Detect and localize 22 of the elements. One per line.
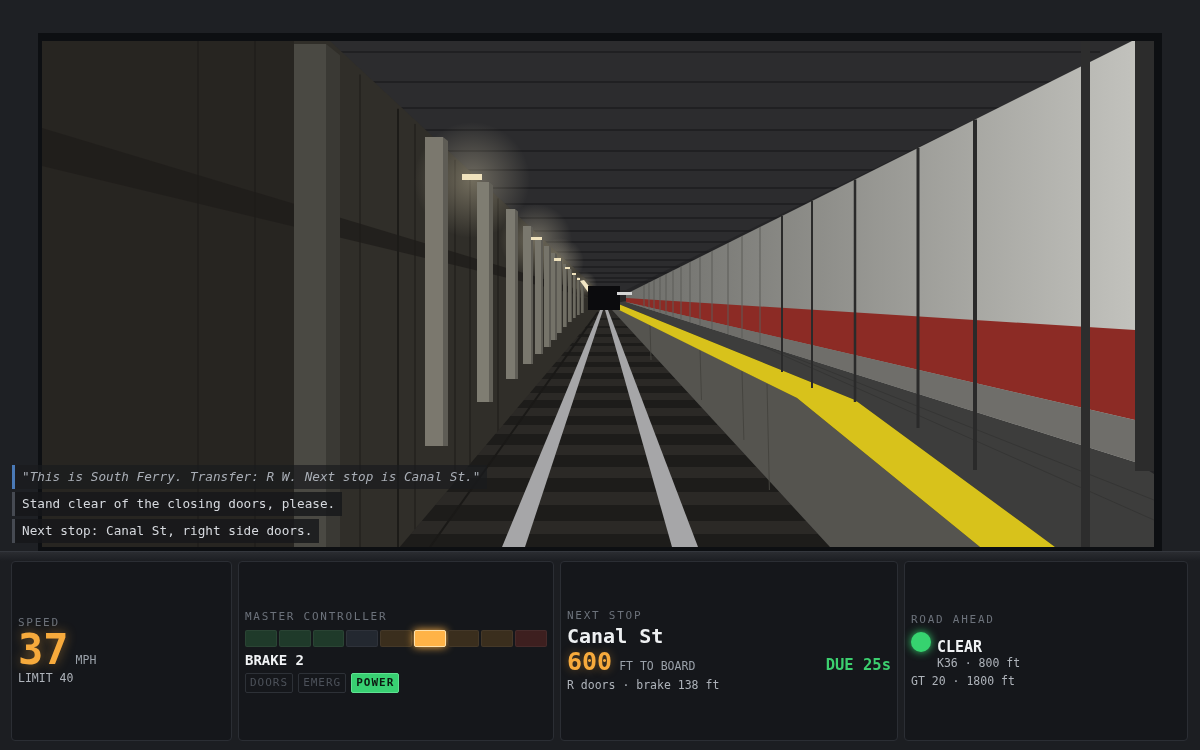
speed-unit: MPH <box>75 652 97 669</box>
panel-label: MASTER CONTROLLER <box>245 609 389 623</box>
announcement-caption: "This is South Ferry. Transfer: R W. Next stop is Canal St." <box>12 465 488 489</box>
due-time: DUE 25s <box>825 655 891 677</box>
signal-detail: K36 · 800 ft <box>937 656 1021 671</box>
speed-limit: LIMIT 40 <box>18 671 75 686</box>
distance-unit: FT TO BOARD <box>619 658 696 676</box>
controller-position: BRAKE 2 <box>245 651 305 669</box>
status-indicator: DOORS <box>245 672 294 693</box>
stop-detail: R doors · brake 138 ft <box>567 677 721 693</box>
caption-message: Next stop: Canal St, right side doors. <box>12 519 320 543</box>
next-signal: GT 20 · 1800 ft <box>911 674 1016 689</box>
status-indicator: POWER <box>351 672 400 693</box>
caption-message: Stand clear of the closing doors, please. <box>12 492 343 516</box>
signal-aspect: CLEAR <box>937 638 984 656</box>
distance-value: 600 <box>567 648 613 676</box>
speed-value: 37 <box>18 629 69 671</box>
station-name: Canal St <box>567 625 665 649</box>
panel-label: ROAD AHEAD <box>911 613 996 626</box>
panel-label: NEXT STOP <box>567 609 644 623</box>
panel-label: SPEED <box>18 616 61 629</box>
status-indicator: EMERG <box>298 672 347 693</box>
